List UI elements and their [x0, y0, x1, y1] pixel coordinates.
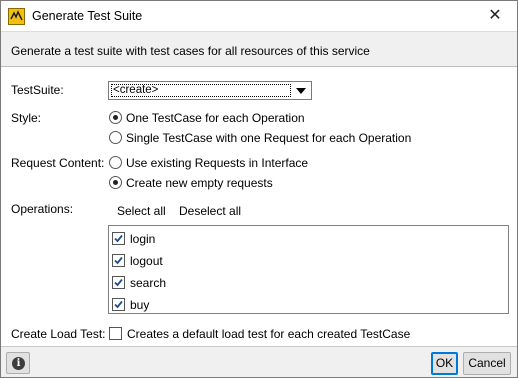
close-button[interactable]: ✕ [473, 1, 517, 31]
testsuite-select-value: <create> [113, 84, 159, 96]
dialog-content: TestSuite: <create> Style: One TestCase … [1, 68, 517, 346]
style-label: Style: [11, 111, 42, 125]
operation-name: buy [130, 298, 150, 312]
radio-selected-icon[interactable] [109, 176, 122, 189]
select-all-button[interactable]: Select all [117, 204, 166, 218]
cancel-button[interactable]: Cancel [463, 352, 511, 375]
checkbox-checked-icon[interactable] [112, 232, 125, 245]
operations-label: Operations: [11, 202, 74, 216]
radio-unselected-icon[interactable] [109, 131, 122, 144]
radio-selected-icon[interactable] [109, 111, 122, 124]
checkbox-checked-icon[interactable] [112, 298, 125, 311]
testsuite-label: TestSuite: [11, 83, 64, 97]
radio-unselected-icon[interactable] [109, 156, 122, 169]
ok-button[interactable]: OK [431, 352, 458, 375]
checkbox-unchecked-icon[interactable] [109, 327, 122, 340]
dialog-footer: i OK Cancel [1, 346, 517, 377]
load-test-option-label: Creates a default load test for each cre… [127, 327, 411, 341]
testsuite-select[interactable]: <create> [108, 81, 312, 100]
request-content-label: Request Content: [11, 156, 105, 170]
dropdown-arrow-icon [296, 88, 306, 94]
checkbox-checked-icon[interactable] [112, 276, 125, 289]
radio-label: Use existing Requests in Interface [126, 156, 309, 170]
title-bar: Generate Test Suite ✕ [1, 1, 517, 31]
window-title: Generate Test Suite [32, 9, 143, 23]
checkbox-checked-icon[interactable] [112, 254, 125, 267]
radio-label: Single TestCase with one Request for eac… [126, 131, 412, 145]
help-button[interactable]: i [6, 352, 30, 374]
info-icon: i [12, 357, 25, 370]
operation-name: login [130, 232, 156, 246]
radio-label: One TestCase for each Operation [126, 111, 305, 125]
soapui-app-icon [8, 8, 25, 25]
generate-test-suite-dialog: Generate Test Suite ✕ Generate a test su… [0, 0, 518, 378]
deselect-all-button[interactable]: Deselect all [179, 204, 241, 218]
dialog-description: Generate a test suite with test cases fo… [11, 44, 370, 58]
dialog-header: Generate a test suite with test cases fo… [1, 31, 517, 67]
operation-name: logout [130, 254, 163, 268]
operations-list[interactable]: login logout search buy [108, 225, 509, 314]
radio-label: Create new empty requests [126, 176, 273, 190]
operation-name: search [130, 276, 167, 290]
load-test-label: Create Load Test: [11, 327, 106, 341]
